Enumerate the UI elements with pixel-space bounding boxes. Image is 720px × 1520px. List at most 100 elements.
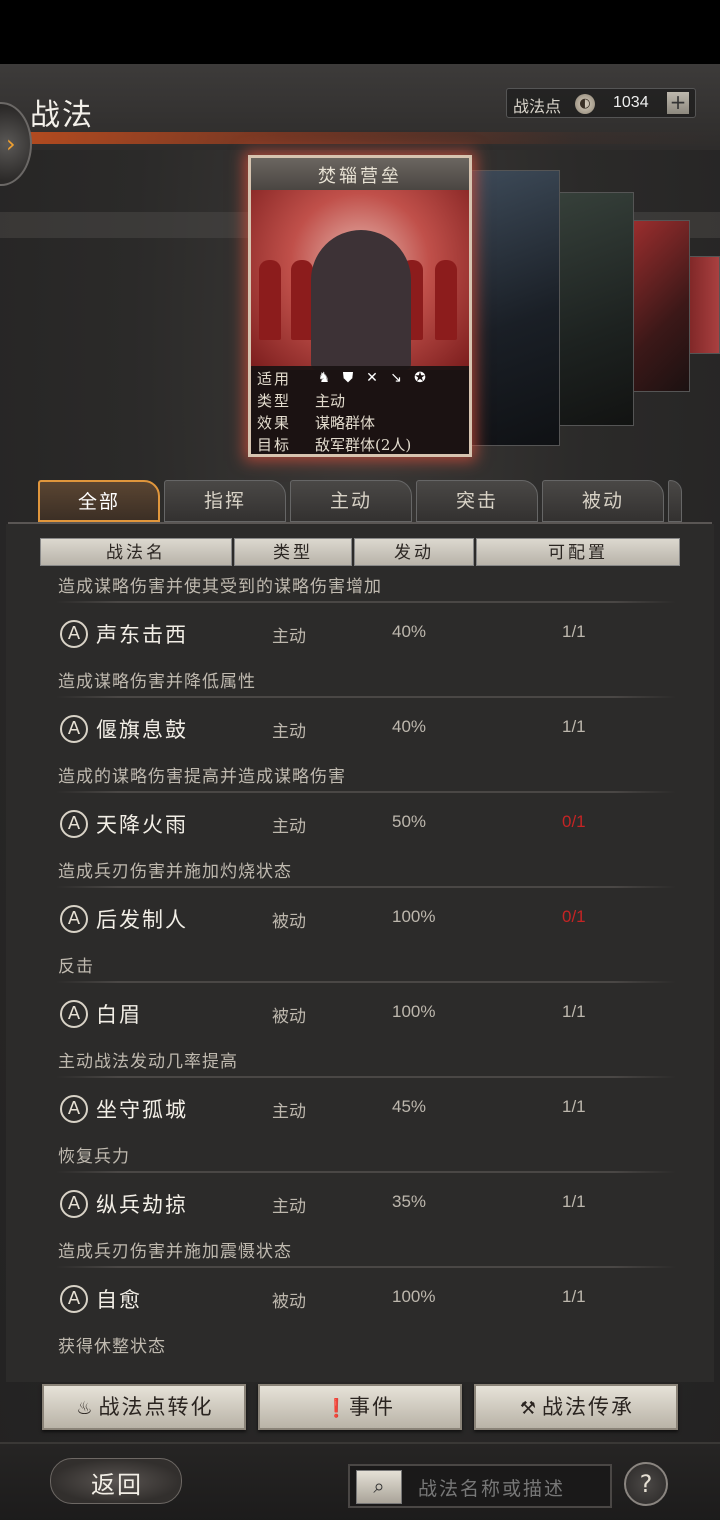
skill-card-back[interactable]: [630, 220, 690, 392]
card-info-key: 效果: [257, 414, 292, 432]
skill-type: 主动: [272, 1197, 306, 1217]
skill-type: 被动: [272, 912, 306, 932]
inherit-skill-button[interactable]: ⚒ 战法传承: [474, 1384, 678, 1430]
skill-name: 后发制人: [96, 908, 188, 932]
events-button[interactable]: ❗事件: [258, 1384, 462, 1430]
skill-type: 被动: [272, 1292, 306, 1312]
skill-row[interactable]: A 天降火雨 主动 50% 0/1 造成兵刃伤害并施加灼烧状态: [6, 793, 714, 888]
skill-row[interactable]: A 声东击西 主动 40% 1/1 造成谋略伤害并降低属性: [6, 603, 714, 698]
column-header-rate[interactable]: 发动: [354, 538, 474, 566]
skill-trigger-rate: 100%: [392, 907, 436, 926]
card-info-value: 主动: [315, 392, 346, 410]
status-bar: [0, 0, 720, 64]
skill-name: 纵兵劫掠: [96, 1193, 188, 1217]
skill-slots: 1/1: [562, 717, 586, 736]
page-title: 战法: [30, 98, 94, 133]
skill-type: 被动: [272, 1007, 306, 1027]
skill-description: 获得休整状态: [58, 1337, 166, 1357]
skill-row[interactable]: A 纵兵劫掠 主动 35% 1/1 造成兵刃伤害并施加震慑状态: [6, 1173, 714, 1268]
general-silhouette: [311, 230, 411, 370]
skill-trigger-rate: 100%: [392, 1002, 436, 1021]
skill-description: 造成兵刃伤害并施加灼烧状态: [58, 862, 292, 882]
featured-skill-card[interactable]: 焚辎营垒 适用 ♞ ⛊ ✕ ↘ ✪ 类型 主动 效果 谋略群体 目标 敌军群体(…: [248, 155, 472, 457]
skill-trigger-rate: 45%: [392, 1097, 427, 1116]
skill-trigger-rate: 40%: [392, 622, 427, 641]
skill-row[interactable]: A 自愈 被动 100% 1/1 获得休整状态: [6, 1268, 714, 1363]
chariot-icon: ✪: [414, 370, 426, 386]
skills-screen: › 战法 战法点 ◐ 1034 + 焚辎营垒 适用 ♞ ⛊ ✕ ↘ ✪ 类型 主…: [0, 64, 720, 1520]
skill-row[interactable]: A 偃旗息鼓 主动 40% 1/1 造成的谋略伤害提高并造成谋略伤害: [6, 698, 714, 793]
skill-description: 反击: [58, 957, 94, 977]
card-info-row: 目标 敌军群体(2人): [257, 434, 463, 454]
skill-type: 主动: [272, 817, 306, 837]
card-info-row: 效果 谋略群体: [257, 412, 463, 434]
column-header-name[interactable]: 战法名: [40, 538, 232, 566]
tab-command[interactable]: 指挥: [164, 480, 286, 522]
skill-name: 天降火雨: [96, 813, 188, 837]
tab-all[interactable]: 全部: [38, 480, 160, 522]
skill-trigger-rate: 100%: [392, 1287, 436, 1306]
card-info-row: 适用 ♞ ⛊ ✕ ↘ ✪: [257, 368, 463, 390]
skill-description: 恢复兵力: [58, 1147, 130, 1167]
card-info-value: 谋略群体: [315, 414, 376, 432]
search-field[interactable]: ⌕ 战法名称或描述: [348, 1464, 612, 1508]
tab-assault[interactable]: 突击: [416, 480, 538, 522]
skill-description: 造成兵刃伤害并施加震慑状态: [58, 1242, 292, 1262]
skill-name: 自愈: [96, 1288, 142, 1312]
skill-name: 声东击西: [96, 623, 188, 647]
skill-grade-icon: A: [60, 1095, 88, 1123]
skill-row[interactable]: A 后发制人 被动 100% 0/1 反击: [6, 888, 714, 983]
skill-row[interactable]: A 白眉 被动 100% 1/1 主动战法发动几率提高: [6, 983, 714, 1078]
skill-slots: 0/1: [562, 812, 586, 831]
back-button[interactable]: 返回: [50, 1458, 182, 1504]
card-skill-name: 焚辎营垒: [318, 166, 402, 187]
skill-slots: 1/1: [562, 1097, 586, 1116]
inherit-skill-label: 战法传承: [542, 1395, 634, 1419]
skill-name: 偃旗息鼓: [96, 718, 188, 742]
card-info-key: 适用: [257, 370, 292, 388]
skill-points-display: 战法点 ◐ 1034 +: [506, 88, 696, 118]
skill-point-icon: ◐: [575, 94, 595, 114]
help-button[interactable]: ?: [624, 1462, 668, 1506]
unit-icons: ♞ ⛊ ✕ ↘ ✪: [315, 368, 435, 386]
skill-list-panel: 战法名 类型 发动 可配置 造成谋略伤害并使其受到的谋略伤害增加 A 声东击西 …: [6, 524, 714, 1382]
skill-type: 主动: [272, 722, 306, 742]
chevron-right-icon: ›: [6, 130, 16, 158]
card-info-value: 敌军群体(2人): [315, 436, 412, 454]
column-header-slots[interactable]: 可配置: [476, 538, 680, 566]
search-icon[interactable]: ⌕: [356, 1470, 402, 1504]
skill-slots: 1/1: [562, 1287, 586, 1306]
tab-active[interactable]: 主动: [290, 480, 412, 522]
skill-slots: 1/1: [562, 1002, 586, 1021]
convert-points-label: 战法点转化: [98, 1395, 214, 1419]
events-label: 事件: [349, 1395, 395, 1419]
add-points-button[interactable]: +: [667, 92, 689, 114]
skill-type: 主动: [272, 627, 306, 647]
spear-icon: ↘: [390, 370, 402, 386]
skill-grade-icon: A: [60, 1285, 88, 1313]
card-artwork: [251, 190, 469, 370]
card-info-panel: 适用 ♞ ⛊ ✕ ↘ ✪ 类型 主动 效果 谋略群体 目标 敌军群体(2人): [251, 366, 469, 454]
footer-bar: 返回 ⌕ 战法名称或描述 ?: [0, 1442, 720, 1520]
skill-row[interactable]: 造成谋略伤害并使其受到的谋略伤害增加: [6, 572, 714, 603]
flame-icon: ♨: [76, 1398, 95, 1419]
skill-description: 造成谋略伤害并降低属性: [58, 672, 256, 692]
skill-grade-icon: A: [60, 620, 88, 648]
skill-card-back[interactable]: [470, 170, 560, 446]
skill-list[interactable]: 造成谋略伤害并使其受到的谋略伤害增加 A 声东击西 主动 40% 1/1 造成谋…: [6, 572, 714, 1382]
skill-slots: 1/1: [562, 1192, 586, 1211]
skill-grade-icon: A: [60, 715, 88, 743]
back-label: 返回: [91, 1471, 143, 1499]
skill-name: 坐守孤城: [96, 1098, 188, 1122]
column-header-type[interactable]: 类型: [234, 538, 352, 566]
search-placeholder: 战法名称或描述: [418, 1478, 566, 1500]
tab-more[interactable]: [668, 480, 682, 522]
skill-slots: 0/1: [562, 907, 586, 926]
skill-card-back[interactable]: [556, 192, 634, 426]
skill-row[interactable]: A 坐守孤城 主动 45% 1/1 恢复兵力: [6, 1078, 714, 1173]
convert-points-button[interactable]: ♨ 战法点转化: [42, 1384, 246, 1430]
skill-points-value: 1034: [613, 94, 649, 111]
tab-passive[interactable]: 被动: [542, 480, 664, 522]
skill-description: 造成的谋略伤害提高并造成谋略伤害: [58, 767, 346, 787]
alert-icon: ❗: [325, 1398, 350, 1419]
